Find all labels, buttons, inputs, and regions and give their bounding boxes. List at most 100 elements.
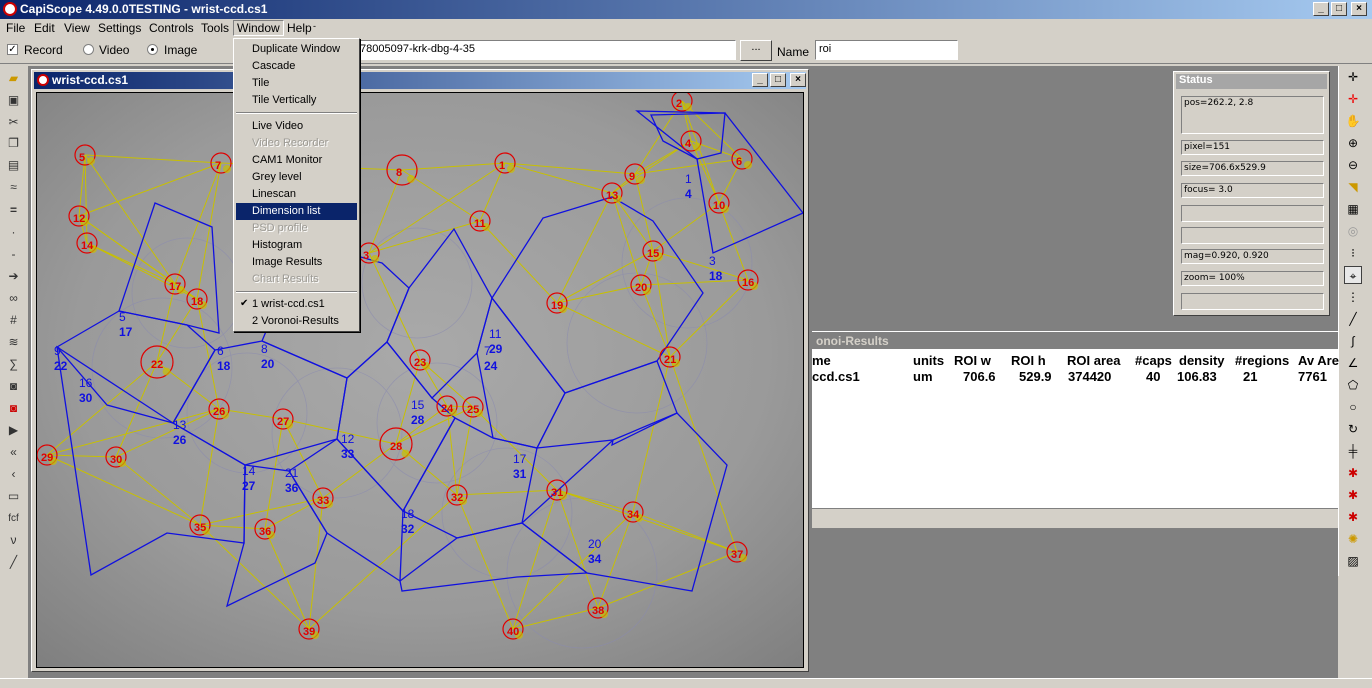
- zoom-in-icon[interactable]: ⊕: [1344, 134, 1362, 152]
- menu-edit[interactable]: Edit: [31, 21, 58, 35]
- cell-density: 106.83: [1177, 369, 1217, 384]
- video-radio[interactable]: [83, 44, 94, 55]
- angle-icon[interactable]: ∠: [1344, 354, 1362, 372]
- menu-histogram[interactable]: Histogram: [236, 237, 357, 254]
- voronoi-region-label: 9: [54, 344, 61, 358]
- camera-icon[interactable]: ◙: [5, 378, 22, 395]
- hand-icon[interactable]: ✋: [1344, 112, 1362, 130]
- menu-grey-level[interactable]: Grey level: [236, 169, 357, 186]
- grid-icon[interactable]: ▦: [1344, 200, 1362, 218]
- menu-live-video[interactable]: Live Video: [236, 118, 357, 135]
- path-field[interactable]: 78005097-krk-dbg-4-35: [356, 40, 736, 60]
- browse-button[interactable]: ...: [740, 40, 772, 61]
- grid-icon[interactable]: #: [5, 312, 22, 329]
- minimize-button[interactable]: _: [1313, 2, 1329, 16]
- voronoi-overlay[interactable]: 12345 678 9101112131415161718 19202122 2324 2…: [37, 93, 804, 668]
- menu-cascade[interactable]: Cascade: [236, 58, 357, 75]
- menu-tile[interactable]: Tile: [236, 75, 357, 92]
- bug-icon[interactable]: ✱: [1344, 464, 1362, 482]
- image-window[interactable]: wrist-ccd.cs1 _ □ × 1 2 3 4 5 6 7 8 9 10 11 12 13 14 1…: [31, 69, 809, 672]
- menu-chart-results[interactable]: Chart Results: [236, 271, 357, 288]
- image-radio[interactable]: [147, 44, 158, 55]
- menu-view[interactable]: View: [61, 21, 93, 35]
- red-crosshair-icon[interactable]: ✛: [1344, 90, 1362, 108]
- play-icon[interactable]: ▶: [5, 422, 22, 439]
- voronoi-results-window[interactable]: onoi-Results me units ROI w ROI h ROI ar…: [812, 331, 1339, 528]
- select-tool-icon[interactable]: ⌖: [1344, 266, 1362, 284]
- app-title-bar[interactable]: CapiScope 4.49.0.0TESTING - wrist-ccd.cs…: [0, 0, 1372, 19]
- menu-dimension-list[interactable]: Dimension list: [236, 203, 357, 220]
- results-title[interactable]: onoi-Results: [812, 331, 1338, 349]
- sigma-icon[interactable]: ∑: [5, 356, 22, 373]
- minus-icon[interactable]: -: [5, 246, 22, 263]
- menu-psd-profile[interactable]: PSD profile: [236, 220, 357, 237]
- tape-icon[interactable]: ▭: [5, 488, 22, 505]
- status-empty-2: [1181, 227, 1324, 244]
- line-icon[interactable]: ╱: [5, 554, 22, 571]
- image-icon[interactable]: ▨: [1344, 552, 1362, 570]
- results-scrollbar[interactable]: [812, 508, 1338, 528]
- menu-help[interactable]: Help: [284, 21, 315, 35]
- open-icon[interactable]: ▰: [5, 70, 22, 87]
- rotate-icon[interactable]: ↻: [1344, 420, 1362, 438]
- crosshair-icon[interactable]: ✛: [1344, 68, 1362, 86]
- record-camera-icon[interactable]: ◙: [5, 400, 22, 417]
- image-window-titlebar[interactable]: wrist-ccd.cs1 _ □ ×: [34, 72, 806, 89]
- circle-icon[interactable]: ○: [1344, 398, 1362, 416]
- dots-icon[interactable]: ⁝: [1344, 244, 1362, 262]
- step-back-icon[interactable]: ‹: [5, 466, 22, 483]
- maximize-button[interactable]: □: [1331, 2, 1347, 16]
- name-label: Name: [777, 45, 810, 59]
- menu-file[interactable]: File: [3, 21, 28, 35]
- menu-tile-vertically[interactable]: Tile Vertically: [236, 92, 357, 109]
- wave2-icon[interactable]: ≋: [5, 334, 22, 351]
- child-close-button[interactable]: ×: [790, 73, 806, 87]
- dotted-grid-icon[interactable]: ⋮: [1344, 288, 1362, 306]
- polygon-icon[interactable]: ⬠: [1344, 376, 1362, 394]
- copy-icon[interactable]: ❐: [5, 135, 22, 152]
- pointer-icon[interactable]: ◥: [1344, 178, 1362, 196]
- fcf-icon[interactable]: fcf: [5, 510, 22, 527]
- close-button[interactable]: ×: [1351, 2, 1367, 16]
- measure-icon[interactable]: ∞: [5, 290, 22, 307]
- menu-window-1[interactable]: ✔ 1 wrist-ccd.cs1: [236, 296, 357, 313]
- dot-icon[interactable]: ·: [5, 224, 22, 241]
- equals-icon[interactable]: =: [5, 202, 22, 219]
- capillary-image[interactable]: 1 2 3 4 5 6 7 8 9 10 11 12 13 14 15 16 17 18 19 20 21 22 23 24 2…: [36, 92, 804, 668]
- name-field[interactable]: roi: [815, 40, 958, 60]
- zoom-out-icon[interactable]: ⊖: [1344, 156, 1362, 174]
- save-icon[interactable]: ▣: [5, 92, 22, 109]
- child-minimize-button[interactable]: _: [752, 73, 768, 87]
- col-header-roi-area: ROI area: [1067, 353, 1121, 368]
- voronoi-region-id: 34: [588, 552, 602, 566]
- target-icon[interactable]: ◎: [1344, 222, 1362, 240]
- capillary-label: 29: [41, 452, 53, 464]
- nu-icon[interactable]: ν: [5, 532, 22, 549]
- image-label: Image: [164, 43, 198, 57]
- menu-window-2[interactable]: 2 Voronoi-Results: [236, 313, 357, 330]
- wave-icon[interactable]: ≈: [5, 179, 22, 196]
- line-tool-icon[interactable]: ╱: [1344, 310, 1362, 328]
- child-maximize-button[interactable]: □: [770, 73, 786, 87]
- curve-icon[interactable]: ∫: [1344, 332, 1362, 350]
- paste-icon[interactable]: ▤: [5, 157, 22, 174]
- sun-icon[interactable]: ✺: [1344, 530, 1362, 548]
- menu-cam1-monitor[interactable]: CAM1 Monitor: [236, 152, 357, 169]
- red-grid-icon[interactable]: ✱: [1344, 486, 1362, 504]
- menu-controls[interactable]: Controls: [146, 21, 197, 35]
- arrow-icon[interactable]: ➔: [5, 268, 22, 285]
- split-icon[interactable]: ╪: [1344, 442, 1362, 460]
- image-window-title: wrist-ccd.cs1: [52, 73, 129, 87]
- menu-linescan[interactable]: Linescan: [236, 186, 357, 203]
- menu-window[interactable]: Window: [233, 20, 284, 36]
- menu-tools[interactable]: Tools: [198, 21, 232, 35]
- menu-image-results[interactable]: Image Results: [236, 254, 357, 271]
- rewind-icon[interactable]: «: [5, 444, 22, 461]
- menu-duplicate-window[interactable]: Duplicate Window: [236, 41, 357, 58]
- record-checkbox[interactable]: ✓: [7, 44, 18, 55]
- red-mark-icon[interactable]: ✱: [1344, 508, 1362, 526]
- menu-settings[interactable]: Settings: [95, 21, 144, 35]
- status-mag: mag=0.920, 0.920: [1181, 249, 1324, 264]
- cut-icon[interactable]: ✂: [5, 114, 22, 131]
- menu-video-recorder[interactable]: Video Recorder: [236, 135, 357, 152]
